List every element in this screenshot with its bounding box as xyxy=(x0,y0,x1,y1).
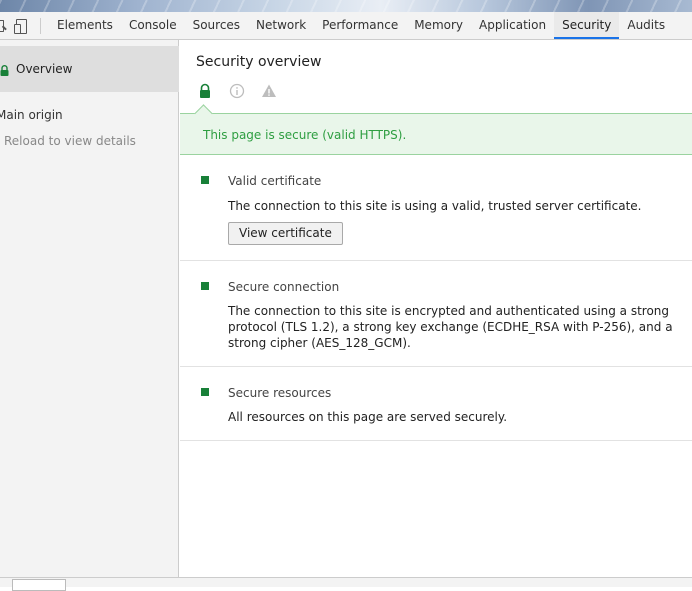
section-description: The connection to this site is using a v… xyxy=(228,199,642,213)
tab-application[interactable]: Application xyxy=(471,12,554,39)
secure-status-square xyxy=(201,176,209,184)
secure-status-square xyxy=(201,282,209,290)
section-title: Secure connection xyxy=(228,280,340,294)
drawer-tab[interactable] xyxy=(12,579,66,591)
tab-console[interactable]: Console xyxy=(121,12,185,39)
inspect-icon[interactable] xyxy=(0,18,10,34)
lock-icon xyxy=(0,65,9,76)
sidebar-item-overview[interactable]: Overview xyxy=(0,46,179,92)
devtools-toolbar: Elements Console Sources Network Perform… xyxy=(0,12,692,40)
tab-elements[interactable]: Elements xyxy=(49,12,121,39)
view-certificate-button[interactable]: View certificate xyxy=(228,222,343,245)
section-valid-certificate: Valid certificate The connection to this… xyxy=(180,155,692,261)
secure-summary-banner: This page is secure (valid HTTPS). xyxy=(180,113,692,155)
lock-icon xyxy=(200,83,210,98)
section-description-line: The connection to this site is encrypted… xyxy=(228,304,670,318)
section-secure-resources: Secure resources All resources on this p… xyxy=(180,367,692,441)
security-sidebar: Overview Main origin Reload to view deta… xyxy=(0,40,179,577)
info-icon xyxy=(229,83,245,99)
warning-icon xyxy=(262,84,276,97)
main-origin-heading: Main origin xyxy=(0,108,63,122)
section-secure-connection: Secure connection The connection to this… xyxy=(180,261,692,367)
toolbar-divider xyxy=(40,17,41,34)
tab-network[interactable]: Network xyxy=(248,12,314,39)
tab-audits[interactable]: Audits xyxy=(619,12,673,39)
device-toggle-icon[interactable] xyxy=(14,18,30,34)
tab-security[interactable]: Security xyxy=(554,12,620,39)
secure-status-square xyxy=(201,388,209,396)
section-title: Valid certificate xyxy=(228,174,322,188)
security-overview-panel: Security overview This page is secure (v… xyxy=(180,40,692,577)
reload-hint: Reload to view details xyxy=(4,134,136,148)
section-description-line: strong cipher (AES_128_GCM). xyxy=(228,336,411,350)
drawer-bar xyxy=(0,577,692,591)
tab-sources[interactable]: Sources xyxy=(185,12,248,39)
section-description-line: protocol (TLS 1.2), a strong key exchang… xyxy=(228,320,673,334)
sidebar-item-label: Overview xyxy=(16,62,73,76)
inspected-page-strip xyxy=(0,0,692,12)
section-title: Secure resources xyxy=(228,386,332,400)
page-title: Security overview xyxy=(196,54,322,70)
secure-summary-text: This page is secure (valid HTTPS). xyxy=(203,128,407,142)
tab-performance[interactable]: Performance xyxy=(314,12,406,39)
section-description: All resources on this page are served se… xyxy=(228,410,508,424)
tab-memory[interactable]: Memory xyxy=(406,12,471,39)
